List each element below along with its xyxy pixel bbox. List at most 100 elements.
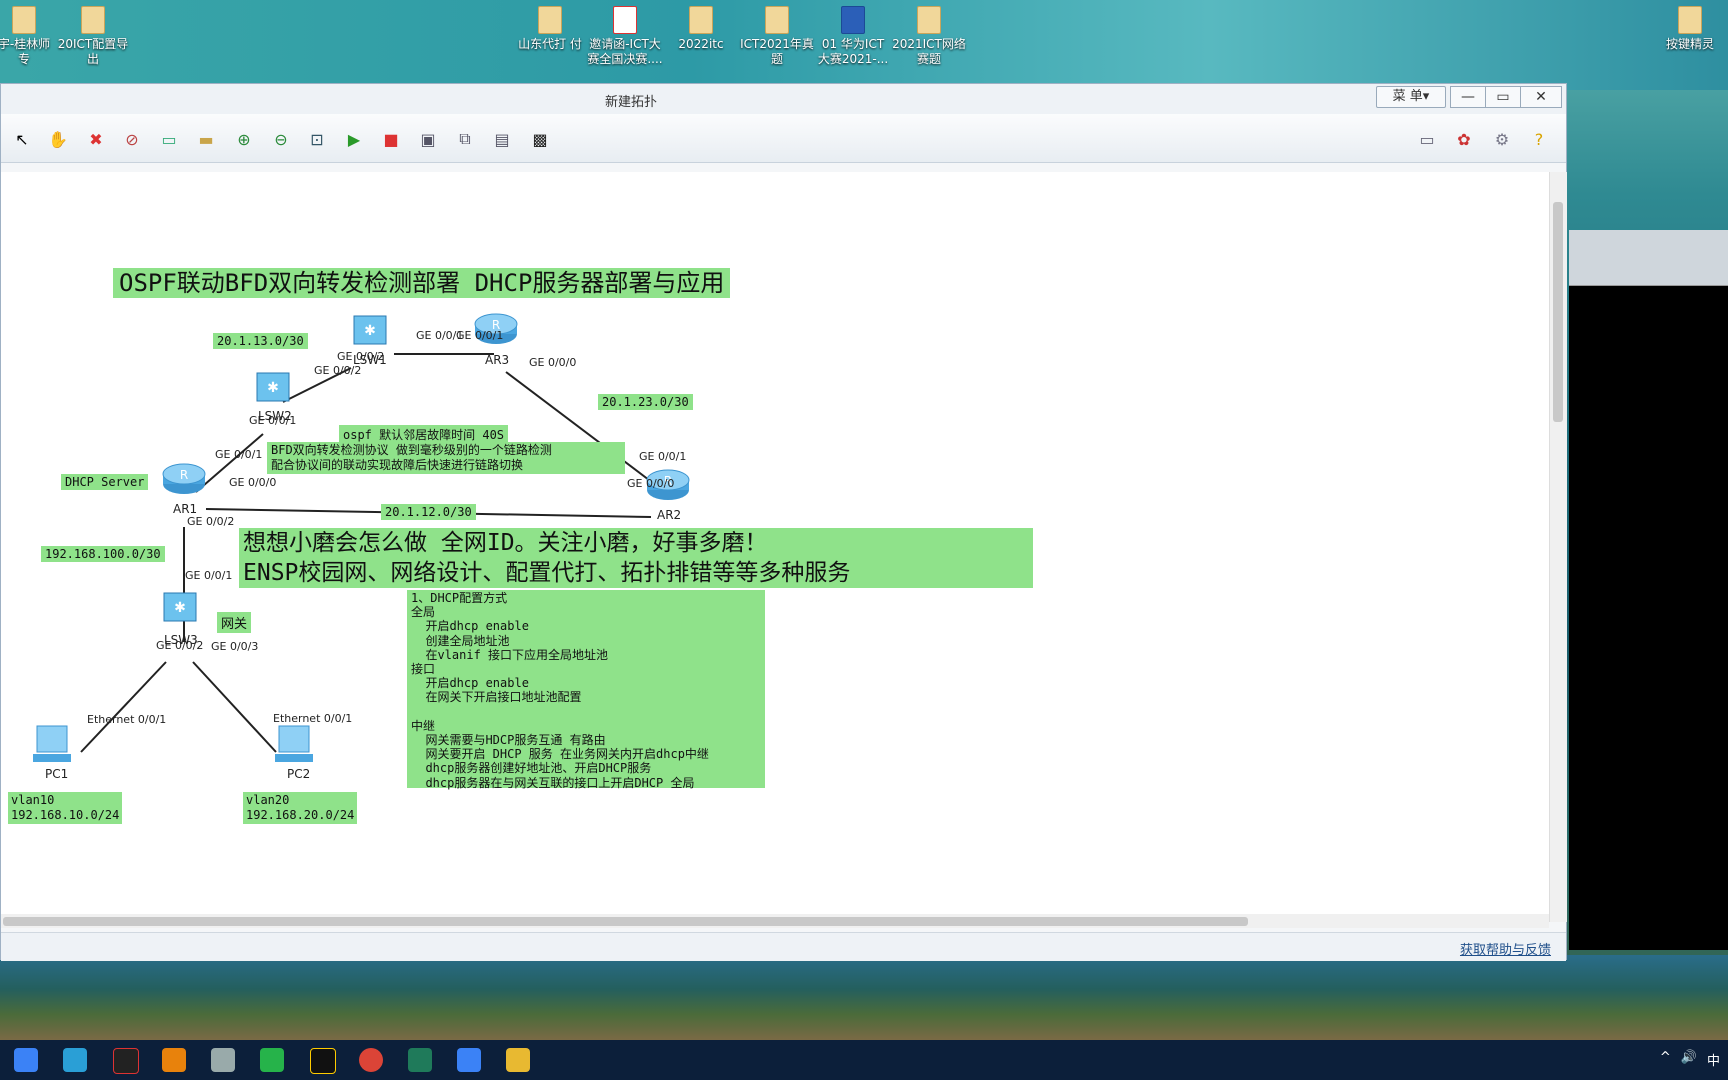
pc1-icon[interactable] <box>29 720 77 768</box>
desktop-icon-ict-network[interactable]: 2021ICT网络 赛题 <box>891 6 967 67</box>
notes-app-icon[interactable] <box>14 1048 38 1072</box>
ar3-label: AR3 <box>485 353 510 367</box>
ensp-window: 新建拓扑 菜 单▾ — ▭ ✕ ↖ ✋ ✖ ⊘ ▭ ▬ ⊕ ⊖ ⊡ ▶ ■ ▣ … <box>0 83 1567 961</box>
port-label: GE 0/0/1 <box>185 569 233 582</box>
port-label: GE 0/0/0 <box>627 477 675 490</box>
dhcp-server-label: DHCP Server <box>61 474 149 490</box>
ar2-label: AR2 <box>657 508 682 522</box>
net-12-label: 20.1.12.0/30 <box>381 504 476 520</box>
maximize-button[interactable]: ▭ <box>1485 86 1521 108</box>
status-bar: 获取帮助与反馈 <box>1 932 1566 961</box>
qq-icon[interactable] <box>310 1048 336 1074</box>
link-lsw3-pc2 <box>192 661 277 753</box>
zoom-in-icon[interactable]: ⊕ <box>233 128 255 150</box>
bfd-note: BFD双向转发检测协议 做到毫秒级别的一个链路检测 配合协议间的联动实现故障后快… <box>267 442 625 474</box>
ar1-router-icon[interactable]: R <box>161 462 207 496</box>
minimize-button[interactable]: — <box>1450 86 1486 108</box>
port-label: GE 0/0/2 <box>187 515 235 528</box>
text-icon[interactable]: ▭ <box>158 128 180 150</box>
volume-icon[interactable]: 🔊 <box>1681 1050 1697 1069</box>
fit-icon[interactable]: ⊡ <box>306 128 328 150</box>
menu-button[interactable]: 菜 单▾ <box>1376 86 1446 108</box>
pc2-label: PC2 <box>287 767 311 781</box>
gateway-label: 网关 <box>217 612 252 633</box>
folder-icon <box>12 6 36 34</box>
desktop-icon-label: 邀请函-ICT大 赛全国决赛.... <box>587 37 663 66</box>
port-label: GE 0/0/0 <box>229 476 277 489</box>
help-feedback-link[interactable]: 获取帮助与反馈 <box>1460 939 1551 958</box>
background-terminal-window[interactable] <box>1569 230 1728 950</box>
word-icon <box>841 6 865 34</box>
help-icon[interactable]: ? <box>1528 128 1550 150</box>
lsw3-switch-icon[interactable]: ✱ <box>158 587 202 627</box>
svg-text:✱: ✱ <box>364 323 376 339</box>
g-app-icon[interactable] <box>113 1048 139 1074</box>
desktop-icon-ict-config[interactable]: 20ICT配置导 出 <box>55 6 131 67</box>
window-title: 新建拓扑 <box>604 95 657 110</box>
window-switch-icon[interactable] <box>63 1048 87 1072</box>
screenshot-icon[interactable]: ▩ <box>529 128 551 150</box>
search-app-icon[interactable] <box>162 1048 186 1072</box>
svg-text:✱: ✱ <box>174 600 186 616</box>
clear-icon[interactable]: ⊘ <box>121 128 143 150</box>
folder-icon <box>81 6 105 34</box>
desktop-icon-invitation-pdf[interactable]: 邀请函-ICT大 赛全国决赛.... <box>587 6 663 67</box>
wechat-icon[interactable] <box>260 1048 284 1072</box>
vertical-scroll-thumb[interactable] <box>1553 202 1563 422</box>
zoom-out-icon[interactable]: ⊖ <box>270 128 292 150</box>
pointer-icon[interactable]: ↖ <box>11 128 33 150</box>
window-titlebar[interactable]: 新建拓扑 菜 单▾ — ▭ ✕ <box>1 84 1566 115</box>
desktop-icon-huawei-word[interactable]: 01 华为ICT 大赛2021-... <box>815 6 891 67</box>
calculator-icon[interactable] <box>211 1048 235 1072</box>
desktop-wallpaper-bottom <box>0 955 1728 1040</box>
port-label: GE 0/0/2 <box>314 364 362 377</box>
port-label: GE 0/0/1 <box>456 329 504 342</box>
background-window-header <box>1569 230 1728 286</box>
net-13-label: 20.1.13.0/30 <box>213 333 308 349</box>
desktop-icon-2022itc[interactable]: 2022itc <box>663 6 739 52</box>
notes-app-icon-2[interactable] <box>457 1048 481 1072</box>
delete-icon[interactable]: ✖ <box>85 128 107 150</box>
link-lsw3-pc1 <box>80 661 167 753</box>
desktop-icon-label: 山东代打 付 <box>518 37 582 51</box>
port-label: GE 0/0/3 <box>211 640 259 653</box>
port-label: GE 0/0/1 <box>249 414 297 427</box>
dhcp-config-notes: 1、DHCP配置方式 全局 开启dhcp enable 创建全局地址池 在vla… <box>407 590 765 790</box>
desktop-icon-shandong[interactable]: 山东代打 付 <box>512 6 588 52</box>
start-icon[interactable]: ▶ <box>343 128 365 150</box>
port-label: GE 0/0/2 <box>337 350 385 363</box>
rectangle-icon[interactable]: ▬ <box>195 128 217 150</box>
chat-icon[interactable]: ▭ <box>1416 128 1438 150</box>
port-label: GE 0/0/0 <box>529 356 577 369</box>
topology-icon[interactable]: ⧉ <box>454 128 476 150</box>
lsw2-switch-icon[interactable]: ✱ <box>251 367 295 407</box>
desktop-icon-label: 宇-桂林师 专 <box>0 37 51 66</box>
desktop-icon-ict2021[interactable]: ICT2021年真 题 <box>739 6 815 67</box>
pc2-icon[interactable] <box>271 720 319 768</box>
desktop-icon-anjian[interactable]: 按键精灵 <box>1652 6 1728 52</box>
ime-indicator[interactable]: 中 <box>1707 1050 1720 1069</box>
desktop-icon-label: 01 华为ICT 大赛2021-... <box>817 37 889 66</box>
close-button[interactable]: ✕ <box>1520 86 1562 108</box>
lsw1-switch-icon[interactable]: ✱ <box>348 310 392 350</box>
hand-icon[interactable]: ✋ <box>47 128 69 150</box>
topology-canvas[interactable]: OSPF联动BFD双向转发检测部署 DHCP服务器部署与应用 20.1.13.0… <box>1 172 1549 922</box>
ensp-taskbar-icon[interactable] <box>408 1048 432 1072</box>
chrome-icon[interactable] <box>359 1048 383 1072</box>
file-explorer-icon[interactable] <box>506 1048 530 1072</box>
toolbar: ↖ ✋ ✖ ⊘ ▭ ▬ ⊕ ⊖ ⊡ ▶ ■ ▣ ⧉ ▤ ▩ ▭ ✿ ⚙ ? <box>1 114 1566 163</box>
horizontal-scrollbar[interactable] <box>1 914 1549 928</box>
settings-icon[interactable]: ⚙ <box>1491 128 1513 150</box>
horizontal-scroll-thumb[interactable] <box>3 917 1248 926</box>
vlan20-label: vlan20 192.168.20.0/24 <box>243 792 358 824</box>
ar1-label: AR1 <box>173 502 198 516</box>
huawei-icon[interactable]: ✿ <box>1453 128 1475 150</box>
stop-icon[interactable]: ■ <box>380 128 402 150</box>
capture-icon[interactable]: ▣ <box>417 128 439 150</box>
folder-icon <box>917 6 941 34</box>
svg-text:✱: ✱ <box>267 380 279 396</box>
chevron-up-icon[interactable]: ^ <box>1660 1050 1671 1069</box>
vertical-scrollbar[interactable] <box>1549 172 1567 922</box>
grid-icon[interactable]: ▤ <box>491 128 513 150</box>
desktop-icon-guilin[interactable]: 宇-桂林师 专 <box>0 6 62 67</box>
